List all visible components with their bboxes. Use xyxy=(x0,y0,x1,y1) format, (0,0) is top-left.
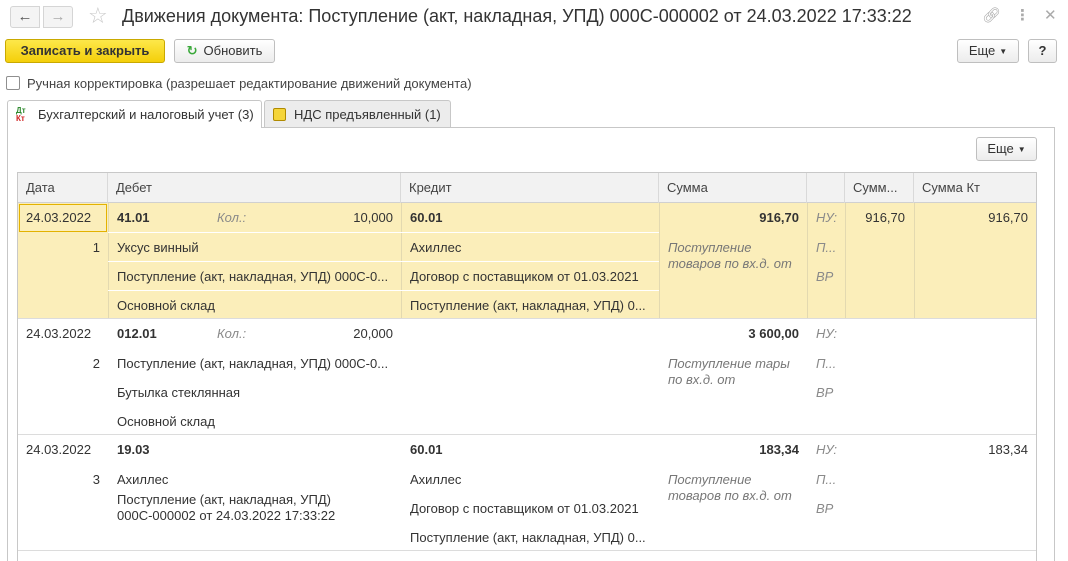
back-arrow-icon[interactable]: ← xyxy=(10,6,40,28)
tab-vat-label: НДС предъявленный (1) xyxy=(294,106,441,122)
debit-subconto-2: Поступление (акт, накладная, УПД) xyxy=(117,492,331,507)
credit-subconto-2: Договор с поставщиком от 01.03.2021 xyxy=(410,501,639,516)
quantity-value: 20,000 xyxy=(353,326,393,341)
row-date: 24.03.2022 xyxy=(26,442,92,457)
quantity-label: Кол.: xyxy=(217,210,247,225)
grid-more-label: Еще xyxy=(987,141,1014,156)
column-sum[interactable]: Сумма xyxy=(659,173,807,203)
link-icon[interactable]: 🔗︎ xyxy=(982,6,1001,24)
caret-down-icon: ▼ xyxy=(1017,145,1026,154)
refresh-label: Обновить xyxy=(203,43,263,58)
table-header: Дата Дебет Кредит Сумма Сумм... Сумма Кт xyxy=(18,173,1036,203)
debit-subconto-1: Уксус винный xyxy=(117,240,199,255)
flag-nu: НУ: xyxy=(816,326,838,341)
flag-vr: ВР xyxy=(816,501,834,516)
debit-subconto-3: Основной склад xyxy=(117,298,215,313)
manual-edit-label[interactable]: Ручная корректировка (разрешает редактир… xyxy=(27,76,472,91)
column-sum-kt[interactable]: Сумма Кт xyxy=(914,173,1036,203)
flag-vr: ВР xyxy=(816,385,834,400)
quantity-label: Кол.: xyxy=(217,326,247,341)
credit-subconto-3: Поступление (акт, накладная, УПД) 0... xyxy=(410,298,646,313)
debit-account: 41.01 xyxy=(117,210,150,225)
column-credit[interactable]: Кредит xyxy=(401,173,659,203)
sum-kt-value: 916,70 xyxy=(988,210,1028,225)
content-text: Поступление товаров по вх.д. от xyxy=(668,240,792,271)
row-date: 24.03.2022 xyxy=(26,210,92,225)
flag-p: П... xyxy=(816,356,837,371)
column-date[interactable]: Дата xyxy=(18,173,108,203)
debit-subconto-1: Ахиллес xyxy=(117,472,169,487)
dt-kt-icon: Дт Кт xyxy=(16,105,26,123)
debit-subconto-3: Основной склад xyxy=(117,414,215,429)
debit-subconto-2: Поступление (акт, накладная, УПД) 000С-0… xyxy=(117,269,389,284)
sum-kt-value: 183,34 xyxy=(988,442,1028,457)
debit-account: 012.01 xyxy=(117,326,157,341)
more-button[interactable]: Еще ▼ xyxy=(957,39,1019,63)
window-title: Движения документа: Поступление (акт, на… xyxy=(122,6,912,26)
content-text: Поступление тары по вх.д. от xyxy=(668,356,790,387)
flag-p: П... xyxy=(816,472,837,487)
more-label: Еще xyxy=(968,43,996,58)
cell-divider xyxy=(108,290,659,291)
flag-p: П... xyxy=(816,240,837,255)
sum-value: 3 600,00 xyxy=(748,326,799,341)
title-bar: ← → ☆ Движения документа: Поступление (а… xyxy=(0,0,1068,34)
more-icon[interactable]: ⋮ xyxy=(1015,6,1030,24)
cell-divider xyxy=(108,232,659,233)
credit-subconto-1: Ахиллес xyxy=(410,240,462,255)
content-text: Поступление товаров по вх.д. от xyxy=(668,472,792,503)
flag-vr: ВР xyxy=(816,269,834,284)
register-icon xyxy=(273,107,286,121)
cell-divider xyxy=(108,261,659,262)
debit-subconto-3: 000С-000002 от 24.03.2022 17:33:22 xyxy=(117,508,336,523)
column-debit[interactable]: Дебет xyxy=(108,173,401,203)
column-flags[interactable] xyxy=(807,173,845,203)
sum-value: 916,70 xyxy=(759,210,799,225)
movements-table[interactable]: Дата Дебет Кредит Сумма Сумм... Сумма Кт… xyxy=(17,172,1037,561)
table-row[interactable]: 24.03.2022 3 19.03 Ахиллес Поступление (акт,… xyxy=(18,435,1036,551)
cell-divider xyxy=(807,203,808,318)
table-row[interactable]: 24.03.2022 2 012.01 Кол.: 20,000 Поступление … xyxy=(18,319,1036,435)
sum-dt-value: 916,70 xyxy=(865,210,905,225)
credit-subconto-3: Поступление (акт, накладная, УПД) 0... xyxy=(410,530,646,545)
manual-edit-row: Ручная корректировка (разрешает редактир… xyxy=(6,74,472,92)
debit-account: 19.03 xyxy=(117,442,150,457)
column-sum-dt[interactable]: Сумм... xyxy=(845,173,914,203)
forward-arrow-icon[interactable]: → xyxy=(43,6,73,28)
row-number: 1 xyxy=(92,240,100,255)
row-date: 24.03.2022 xyxy=(26,326,92,341)
close-icon[interactable]: ✕ xyxy=(1044,6,1057,24)
credit-subconto-2: Договор с поставщиком от 01.03.2021 xyxy=(410,269,639,284)
manual-edit-checkbox[interactable] xyxy=(6,76,20,90)
credit-subconto-1: Ахиллес xyxy=(410,472,462,487)
grid-more-button[interactable]: Еще ▼ xyxy=(976,137,1037,161)
table-row[interactable]: 24.03.2022 1 41.01 Кол.: 10,000 Уксус винный П… xyxy=(18,203,1036,319)
save-and-close-button[interactable]: Записать и закрыть xyxy=(5,39,165,63)
caret-down-icon: ▼ xyxy=(999,47,1008,56)
refresh-icon: ↻ xyxy=(186,43,198,58)
refresh-button[interactable]: ↻ Обновить xyxy=(174,39,275,63)
row-number: 3 xyxy=(92,472,100,487)
credit-account: 60.01 xyxy=(410,210,443,225)
debit-subconto-1: Поступление (акт, накладная, УПД) 000С-0… xyxy=(117,356,389,371)
tab-vat[interactable]: НДС предъявленный (1) xyxy=(264,100,451,127)
star-icon[interactable]: ☆ xyxy=(88,3,108,29)
flag-nu: НУ: xyxy=(816,210,838,225)
debit-subconto-2: Бутылка стеклянная xyxy=(117,385,241,400)
row-number: 2 xyxy=(92,356,100,371)
help-button[interactable]: ? xyxy=(1028,39,1057,63)
credit-account: 60.01 xyxy=(410,442,443,457)
tab-accounting[interactable]: Дт Кт Бухгалтерский и налоговый учет (3) xyxy=(7,100,262,128)
flag-nu: НУ: xyxy=(816,442,838,457)
quantity-value: 10,000 xyxy=(353,210,393,225)
tab-accounting-label: Бухгалтерский и налоговый учет (3) xyxy=(38,107,254,122)
table-row-partial xyxy=(18,551,1036,561)
sum-value: 183,34 xyxy=(759,442,799,457)
